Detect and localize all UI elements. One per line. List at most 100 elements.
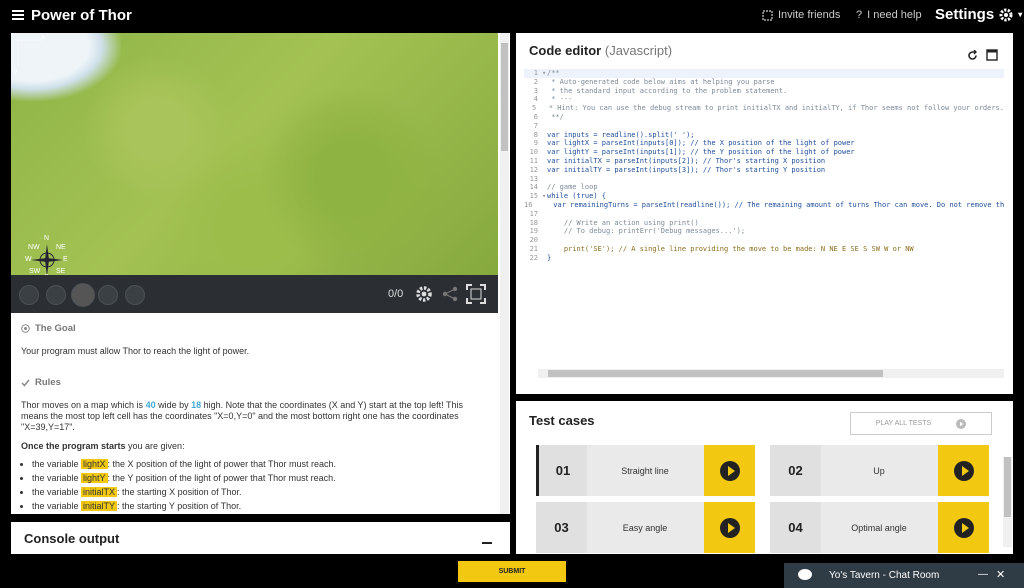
run-test-button[interactable] xyxy=(704,445,755,496)
test-case-card[interactable]: 04 Optimal angle xyxy=(770,502,989,553)
invite-friends-link[interactable]: Invite friends xyxy=(762,9,840,21)
left-panel-scroll-thumb[interactable] xyxy=(501,43,508,151)
code-line[interactable]: 12 var initialTY = parseInt(inputs[3]); /… xyxy=(524,166,1004,175)
share-icon[interactable] xyxy=(441,285,459,303)
code-line[interactable]: 9 var lightX = parseInt(inputs[0]); // th… xyxy=(524,139,1004,148)
variable-bullet: the variable initialTX: the starting X p… xyxy=(32,487,491,498)
code-line[interactable]: 4 * --- xyxy=(524,95,1004,104)
variables-list: the variable lightX: the X position of t… xyxy=(21,459,491,512)
code-line[interactable]: 10 var lightY = parseInt(inputs[1]); // t… xyxy=(524,148,1004,157)
target-icon xyxy=(21,324,30,333)
code-text: // Write an action using print() xyxy=(547,218,699,227)
code-line[interactable]: 8 var inputs = readline().split(' '); xyxy=(524,131,1004,140)
code-area[interactable]: 1 ▾/** 2 * Auto-generated code below aims … xyxy=(524,69,1004,263)
playback-controls: 0/0 xyxy=(11,275,498,313)
submit-button[interactable]: SUBMIT xyxy=(458,561,566,582)
code-line[interactable]: 16 var remainingTurns = parseInt(readlin… xyxy=(524,201,1004,210)
code-text: * the standard input according to the pr… xyxy=(547,86,788,95)
game-viewer: x y N NE E SE S SW W NW xyxy=(11,33,498,275)
help-link[interactable]: ? I need help xyxy=(856,9,922,21)
code-line[interactable]: 11 var initialTX = parseInt(inputs[2]); /… xyxy=(524,157,1004,166)
code-line[interactable]: 6 **/ xyxy=(524,113,1004,122)
hamburger-menu-icon[interactable] xyxy=(12,10,24,20)
test-case-card[interactable]: 01 Straight line xyxy=(536,445,755,496)
bullet-prefix: the variable xyxy=(32,487,82,497)
test-number: 04 xyxy=(770,502,821,553)
viewer-settings-gear-icon[interactable] xyxy=(415,285,433,303)
code-text: * Hint: You can use the debug stream to … xyxy=(544,104,1004,113)
compass-w: W xyxy=(25,256,32,263)
code-line[interactable]: 17 xyxy=(524,210,1004,219)
code-line[interactable]: 19 // To debug: printErr('Debug messages… xyxy=(524,227,1004,236)
fold-toggle-icon[interactable] xyxy=(542,175,547,184)
code-line[interactable]: 5 * Hint: You can use the debug stream t… xyxy=(524,104,1004,113)
minimize-icon[interactable] xyxy=(482,542,492,544)
code-line[interactable]: 20 xyxy=(524,236,1004,245)
test-number: 02 xyxy=(770,445,821,496)
play-icon xyxy=(719,517,740,538)
code-line[interactable]: 7 xyxy=(524,122,1004,131)
fold-toggle-icon[interactable] xyxy=(542,236,547,245)
editor-title-text: Code editor xyxy=(529,43,602,58)
fullscreen-icon[interactable] xyxy=(466,284,486,304)
invite-icon xyxy=(762,9,773,21)
chat-bar[interactable]: Yo's Tavern - Chat Room — ✕ xyxy=(784,563,1024,588)
left-panel-scrollbar[interactable] xyxy=(500,33,509,514)
run-test-button[interactable] xyxy=(704,502,755,553)
code-line[interactable]: 18 // Write an action using print() xyxy=(524,219,1004,228)
reset-code-icon[interactable] xyxy=(967,50,978,61)
play-icon xyxy=(953,517,974,538)
maximize-icon[interactable] xyxy=(986,49,998,61)
rules-text-a: Thor moves on a map which is xyxy=(21,400,146,410)
code-line[interactable]: 15 ▾ while (true) { xyxy=(524,192,1004,201)
goal-text: Your program must allow Thor to reach th… xyxy=(21,346,250,356)
frame-counter: 0/0 xyxy=(388,288,404,300)
bullet-suffix: : the X position of the light of power t… xyxy=(107,459,337,469)
bullet-suffix: : the starting Y position of Thor. xyxy=(117,501,242,511)
axis-x-label: x xyxy=(41,34,45,41)
settings-button[interactable]: Settings ▾ xyxy=(935,6,1022,23)
starts-bold: Once the program starts xyxy=(21,441,126,451)
code-horizontal-scrollbar[interactable] xyxy=(538,369,1004,378)
invite-friends-label: Invite friends xyxy=(778,9,841,21)
code-scroll-thumb[interactable] xyxy=(548,370,883,377)
skip-to-end-button[interactable] xyxy=(125,285,145,305)
variable-tag: initialTX xyxy=(81,487,118,497)
tests-scrollbar[interactable] xyxy=(1003,457,1012,547)
step-back-button[interactable] xyxy=(46,285,66,305)
run-test-button[interactable] xyxy=(938,445,989,496)
compass-rose: N NE E SE S SW W NW xyxy=(25,235,69,275)
run-test-button[interactable] xyxy=(938,502,989,553)
chat-close-icon[interactable]: ✕ xyxy=(996,568,1005,581)
fold-toggle-icon[interactable] xyxy=(542,210,547,219)
chat-minimize-icon[interactable]: — xyxy=(978,569,988,580)
fold-toggle-icon[interactable] xyxy=(542,122,547,131)
line-number: 3 xyxy=(533,86,538,95)
bullet-prefix: the variable xyxy=(32,473,82,483)
test-case-card[interactable]: 03 Easy angle xyxy=(536,502,755,553)
line-number: 17 xyxy=(529,209,538,218)
editor-language: (Javascript) xyxy=(604,43,673,58)
code-line[interactable]: 1 ▾/** xyxy=(524,69,1004,78)
goal-heading: The Goal xyxy=(21,323,491,334)
line-number: 18 xyxy=(529,218,538,227)
code-text: var initialTY = parseInt(inputs[3]); // … xyxy=(547,165,826,174)
code-line[interactable]: 22} xyxy=(524,254,1004,263)
play-all-tests-button[interactable]: PLAY ALL TESTS xyxy=(850,412,992,435)
code-line[interactable]: 21 print('SE'); // A single line providi… xyxy=(524,245,1004,254)
checkmark-icon xyxy=(21,379,30,387)
line-number: 21 xyxy=(529,244,538,253)
step-forward-button[interactable] xyxy=(98,285,118,305)
skip-to-start-button[interactable] xyxy=(19,285,39,305)
map-height: 18 xyxy=(191,400,202,410)
play-icon xyxy=(953,460,974,481)
code-line[interactable]: 14 // game loop xyxy=(524,183,1004,192)
tests-scroll-thumb[interactable] xyxy=(1004,457,1011,517)
line-number: 7 xyxy=(533,121,538,130)
test-case-card[interactable]: 02 Up xyxy=(770,445,989,496)
play-button[interactable] xyxy=(71,283,95,307)
code-line[interactable]: 3 * the standard input according to the … xyxy=(524,87,1004,96)
code-line[interactable]: 13 xyxy=(524,175,1004,184)
code-line[interactable]: 2 * Auto-generated code below aims at he… xyxy=(524,78,1004,87)
code-text: var remainingTurns = parseInt(readline()… xyxy=(536,200,1004,209)
